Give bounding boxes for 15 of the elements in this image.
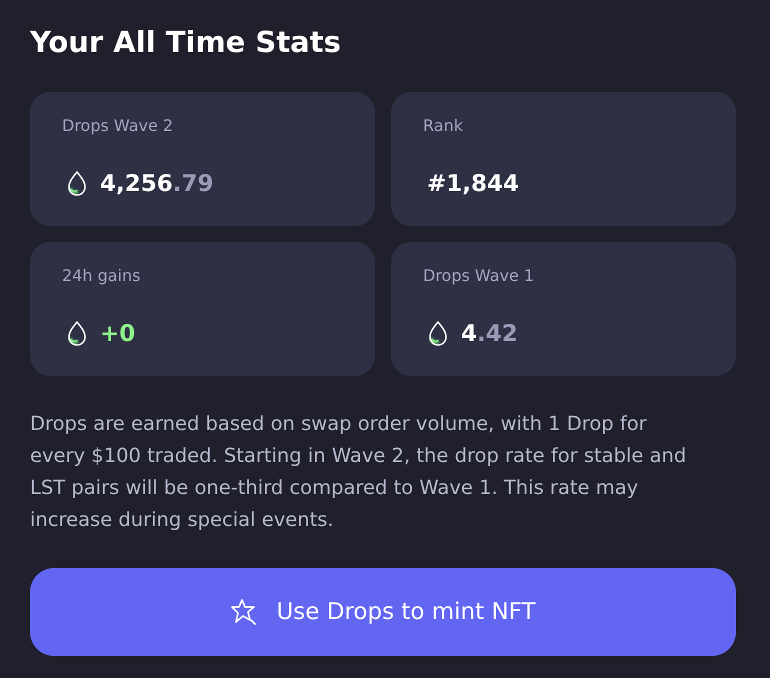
stat-value: 4,256.79 xyxy=(100,170,214,199)
stat-value: #1,844 xyxy=(427,170,520,199)
drop-icon xyxy=(66,320,88,348)
mint-button[interactable]: Use Drops to mint NFT xyxy=(30,568,736,656)
info-paragraph: Drops are earned based on swap order volume, with 1 Drop for every $100 traded. Starting in Wave 2, the drop rate for stable and LST pairs will be one-third compared to Wave 1. This rate may increase during special events. xyxy=(30,411,688,533)
stat-label: Rank xyxy=(423,115,463,137)
drop-icon xyxy=(427,320,449,348)
stat-label: Drops Wave 2 xyxy=(62,115,174,137)
stat-label: 24h gains xyxy=(62,265,140,287)
section-title: Your All Time Stats xyxy=(30,24,341,61)
stat-value: 4.42 xyxy=(461,320,518,349)
stat-label: Drops Wave 1 xyxy=(423,265,534,287)
stat-value: +0 xyxy=(100,320,136,349)
drop-icon xyxy=(66,170,88,198)
star-icon xyxy=(230,598,258,626)
